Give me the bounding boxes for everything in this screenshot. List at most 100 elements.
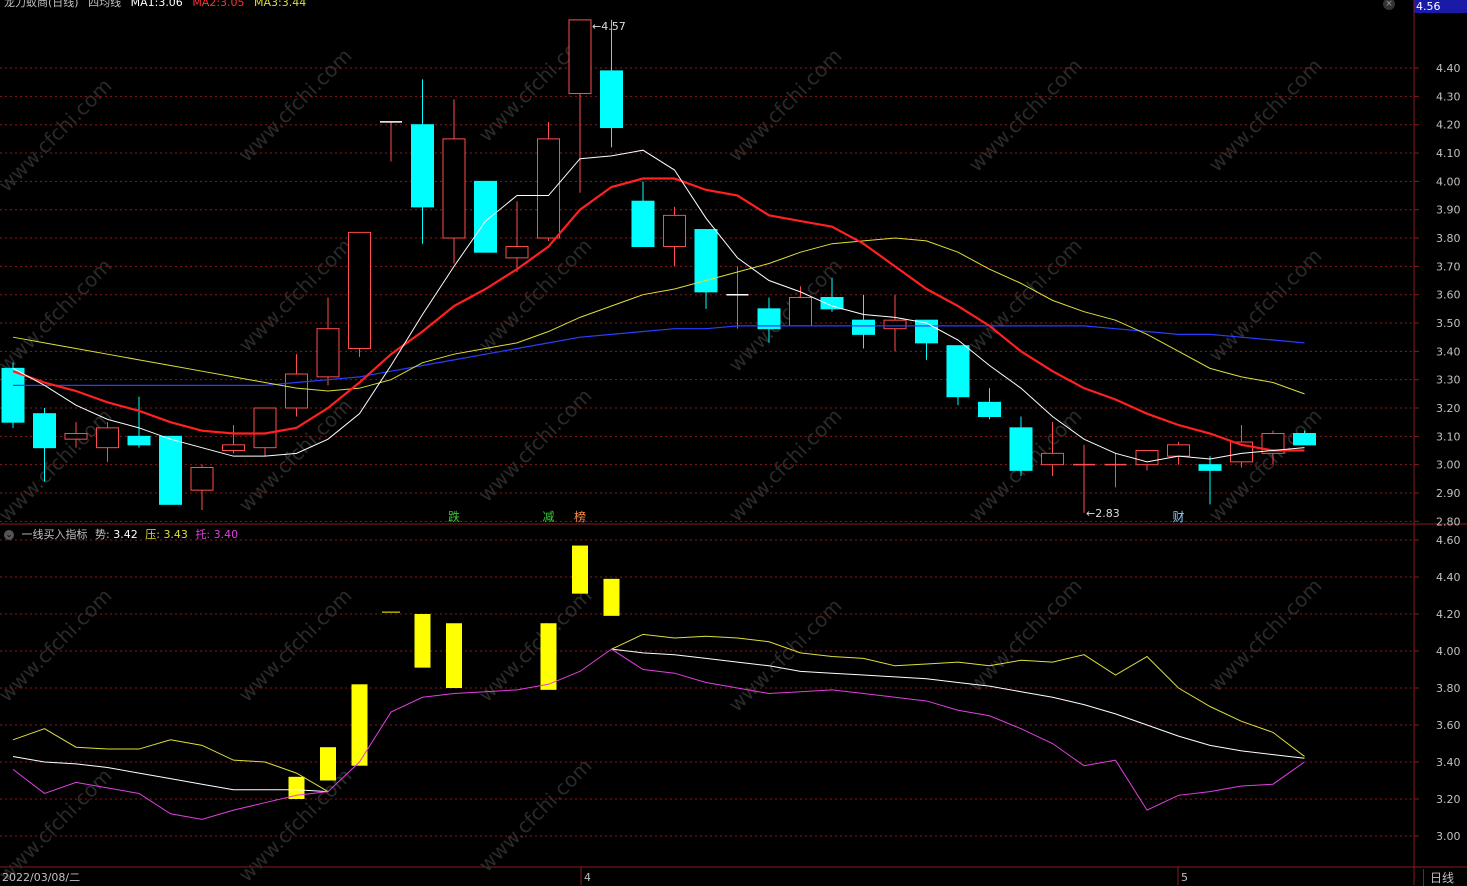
watermark-text: www.cfchi.com: [724, 254, 847, 377]
price-tick-label: 3.80: [1436, 232, 1461, 245]
ma-red-line: [12, 177, 1305, 452]
candle-body: [159, 435, 182, 505]
candle-body: [190, 467, 214, 491]
candle-body: [1198, 464, 1222, 471]
ya-label: 压:: [145, 528, 160, 541]
indicator-header: ⌄ 一线买入指标 势: 3.42 压: 3.43 托: 3.40: [4, 526, 242, 542]
tuo-label: 托:: [195, 528, 211, 541]
candle-body: [1135, 450, 1159, 466]
ma-yellow-line: [12, 237, 1305, 395]
candle-body: [1167, 444, 1190, 457]
indicator-tick-label: 3.60: [1436, 719, 1461, 732]
watermark-text: www.cfchi.com: [1204, 574, 1327, 697]
candle-body: [64, 433, 88, 440]
candle-body: [537, 138, 560, 239]
period-tab[interactable]: 日线: [1423, 869, 1454, 886]
indicator-tick-label: 3.40: [1436, 756, 1461, 769]
watermark-text: www.cfchi.com: [1204, 244, 1327, 367]
candle-body: [946, 345, 970, 398]
price-tick-label: 3.70: [1436, 260, 1461, 273]
watermark-text: www.cfchi.com: [964, 54, 1087, 177]
indicator-tick-label: 4.20: [1436, 608, 1461, 621]
candle-body: [222, 444, 245, 452]
indicator-tick-label: 3.00: [1436, 830, 1461, 843]
price-tick-label: 4.40: [1436, 62, 1461, 75]
candle-body: [663, 214, 686, 248]
indicator-bar: [446, 623, 462, 688]
cursor-date: 2022/03/08/二: [2, 871, 81, 884]
month-label: 5: [1181, 871, 1188, 884]
watermark-text: www.cfchi.com: [0, 254, 117, 377]
candle-body: [1009, 427, 1033, 471]
candle-body: [600, 70, 623, 129]
candle-body: [1041, 452, 1064, 466]
price-tick-label: 3.20: [1436, 402, 1461, 415]
candle-body: [505, 246, 529, 259]
price-tick-label: 4.30: [1436, 90, 1461, 103]
watermark-text: www.cfchi.com: [1204, 54, 1327, 177]
candle-body: [474, 180, 497, 253]
watermark-text: www.cfchi.com: [234, 394, 357, 517]
candle-body: [883, 319, 907, 330]
candle-body: [316, 328, 340, 378]
price-tick-label: 3.10: [1436, 430, 1461, 443]
indicator-bar: [603, 578, 620, 616]
price-tick-label: 3.40: [1436, 345, 1461, 358]
price-tick-label: 3.60: [1436, 289, 1461, 302]
candle-body: [789, 297, 812, 327]
watermark-text: www.cfchi.com: [0, 584, 117, 707]
watermark-text: www.cfchi.com: [0, 74, 117, 197]
indicator-tick-label: 3.80: [1436, 682, 1461, 695]
candle-body: [127, 435, 151, 446]
candle-body: [631, 200, 655, 248]
watermark-text: www.cfchi.com: [964, 574, 1087, 697]
month-label: 4: [584, 871, 591, 884]
candle-body: [442, 138, 466, 239]
event-marker: 财: [1172, 510, 1184, 524]
watermark-text: www.cfchi.com: [474, 754, 597, 877]
ya-line: [611, 633, 1305, 757]
ya-value: 3.43: [163, 528, 188, 541]
indicator-bar: [414, 614, 431, 668]
price-tick-label: 3.50: [1436, 317, 1461, 330]
indicator-bar: [540, 623, 557, 690]
price-tick-label: 3.00: [1436, 459, 1461, 472]
shi-line: [611, 648, 1305, 759]
candle-body: [1293, 433, 1316, 446]
candle-body: [820, 297, 844, 310]
indicator-tick-label: 4.00: [1436, 645, 1461, 658]
kline-chart[interactable]: www.cfchi.com www.cfchi.com www.cfchi.com w…: [0, 0, 1467, 885]
watermark-text: www.cfchi.com: [474, 384, 597, 507]
indicator-bar: [572, 545, 588, 594]
shi-value: 3.42: [113, 528, 138, 541]
low-annotation: ←2.83: [1086, 507, 1120, 520]
tuo-line: [12, 648, 1305, 820]
event-marker: 跌: [448, 509, 460, 524]
price-tick-label: 3.30: [1436, 374, 1461, 387]
candle-body: [253, 407, 277, 449]
candle-body: [1, 367, 25, 423]
indicator-bar: [320, 747, 336, 781]
tuo-value: 3.40: [213, 528, 239, 541]
indicator-tick-label: 4.60: [1436, 534, 1461, 547]
candle-body: [568, 19, 592, 95]
indicator-title: 一线买入指标: [21, 528, 88, 541]
collapse-icon[interactable]: ⌄: [4, 530, 14, 540]
indicator-tick-label: 3.20: [1436, 793, 1461, 806]
price-tick-label: 2.90: [1436, 487, 1461, 500]
indicator-tick-label: 4.40: [1436, 571, 1461, 584]
candle-body: [852, 319, 875, 335]
high-annotation: ←4.57: [592, 20, 626, 33]
price-tick-label: 2.80: [1436, 515, 1461, 528]
ya-line: [12, 728, 329, 793]
ma-blue-line: [13, 325, 1305, 386]
price-tick-label: 3.90: [1436, 204, 1461, 217]
candle-body: [33, 413, 56, 449]
price-tick-label: 4.20: [1436, 119, 1461, 132]
candle-body: [978, 401, 1001, 418]
watermark-text: www.cfchi.com: [724, 594, 847, 717]
candle-body: [96, 427, 119, 449]
candle-body: [348, 231, 371, 350]
price-tick-label: 4.10: [1436, 147, 1461, 160]
watermark-text: www.cfchi.com: [234, 44, 357, 167]
